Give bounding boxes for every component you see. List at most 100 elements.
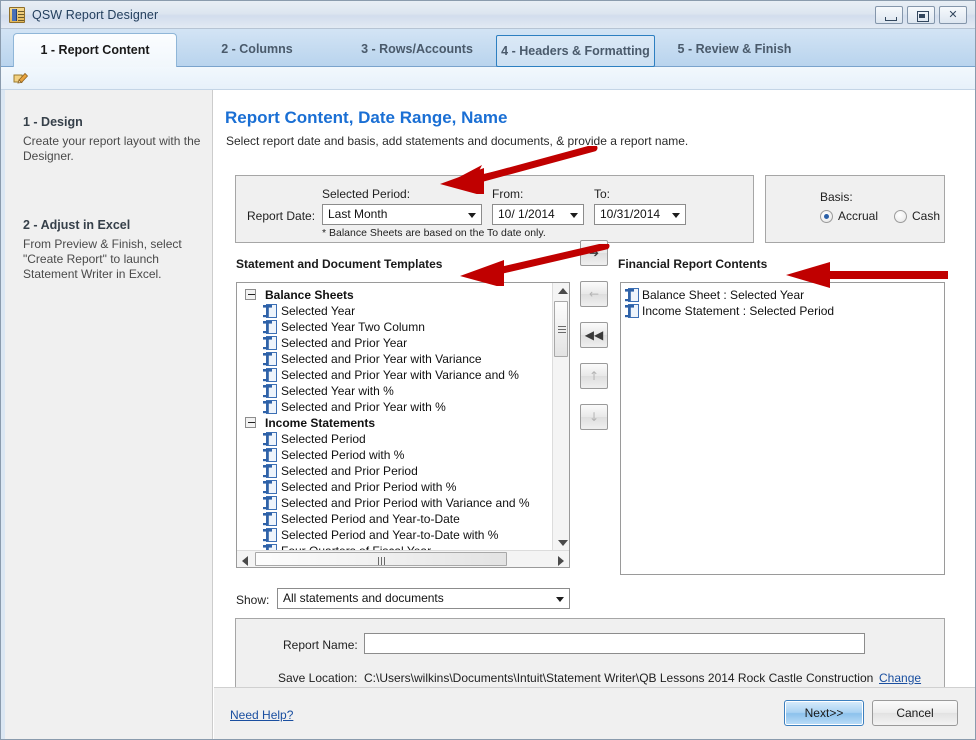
tree-item-row[interactable]: Selected and Prior Year with % bbox=[237, 399, 551, 415]
maximize-button[interactable] bbox=[907, 6, 935, 24]
tree-item-label: Selected and Prior Year with Variance an… bbox=[281, 368, 519, 382]
remove-all-button-glyph: ◀◀ bbox=[584, 328, 604, 342]
content-item-label: Balance Sheet : Selected Year bbox=[642, 288, 805, 302]
document-template-icon bbox=[625, 304, 639, 318]
tree-item-row[interactable]: Selected Period and Year-to-Date with % bbox=[237, 527, 551, 543]
cancel-button[interactable]: Cancel bbox=[872, 700, 958, 726]
tab-headers-formatting[interactable]: 4 - Headers & Formatting bbox=[496, 35, 655, 67]
templates-hscroll-thumb[interactable] bbox=[255, 552, 507, 566]
close-button[interactable] bbox=[939, 6, 967, 24]
tree-item-label: Selected Year with % bbox=[281, 384, 394, 398]
tree-group-row[interactable]: Income Statements bbox=[237, 415, 551, 431]
remove-button-glyph: ← bbox=[588, 287, 600, 301]
wizard-footer: Need Help? Next>> Cancel bbox=[214, 687, 975, 739]
from-date-picker[interactable]: 10/ 1/2014 bbox=[492, 204, 584, 225]
tree-item-row[interactable]: Selected and Prior Period bbox=[237, 463, 551, 479]
document-template-icon bbox=[263, 432, 277, 446]
next-button[interactable]: Next>> bbox=[784, 700, 864, 726]
contents-listbox[interactable]: Balance Sheet : Selected Year Income Stat… bbox=[620, 282, 945, 575]
to-date-value: 10/31/2014 bbox=[600, 207, 661, 221]
document-template-icon bbox=[625, 288, 639, 302]
minimize-button[interactable] bbox=[875, 6, 903, 24]
report-date-group: Report Date: Selected Period: Last Month… bbox=[235, 175, 754, 243]
title-bar: QSW Report Designer bbox=[1, 1, 975, 29]
basis-radio-accrual[interactable] bbox=[820, 210, 833, 223]
tab-columns[interactable]: 2 - Columns bbox=[187, 33, 327, 67]
scroll-down-icon[interactable] bbox=[558, 540, 568, 546]
basis-radio-cash[interactable] bbox=[894, 210, 907, 223]
selected-period-value: Last Month bbox=[328, 207, 388, 221]
need-help-link[interactable]: Need Help? bbox=[230, 708, 293, 722]
document-template-icon bbox=[263, 384, 277, 398]
tab-rows-accounts[interactable]: 3 - Rows/Accounts bbox=[337, 33, 497, 67]
tree-item-row[interactable]: Selected Period with % bbox=[237, 447, 551, 463]
tree-group-label: Balance Sheets bbox=[265, 288, 354, 302]
scroll-thumb-grip bbox=[558, 326, 566, 327]
wizard-tab-strip: 1 - Report Content 2 - Columns 3 - Rows/… bbox=[1, 29, 975, 67]
tab-review-finish[interactable]: 5 - Review & Finish bbox=[662, 33, 807, 67]
tree-item-label: Selected Period with % bbox=[281, 448, 405, 462]
collapse-icon[interactable] bbox=[245, 417, 256, 428]
add-button[interactable]: ➔ bbox=[580, 240, 608, 266]
change-save-location-link[interactable]: Change bbox=[879, 671, 921, 685]
tree-item-label: Selected and Prior Period with % bbox=[281, 480, 457, 494]
remove-button[interactable]: ← bbox=[580, 281, 608, 307]
content-item-label: Income Statement : Selected Period bbox=[642, 304, 835, 318]
collapse-icon[interactable] bbox=[245, 289, 256, 300]
selected-period-label: Selected Period: bbox=[322, 187, 411, 201]
tree-item-row[interactable]: Selected and Prior Year with Variance bbox=[237, 351, 551, 367]
tree-item-row[interactable]: Selected and Prior Year with Variance an… bbox=[237, 367, 551, 383]
move-down-button-glyph: ↓ bbox=[588, 410, 600, 424]
scroll-up-icon[interactable] bbox=[558, 288, 568, 294]
tree-item-label: Selected and Prior Period with Variance … bbox=[281, 496, 530, 510]
selected-period-select[interactable]: Last Month bbox=[322, 204, 482, 225]
tree-item-row[interactable]: Selected Period and Year-to-Date bbox=[237, 511, 551, 527]
contents-list: Balance Sheet : Selected Year Income Stat… bbox=[621, 287, 944, 319]
remove-all-button[interactable]: ◀◀ bbox=[580, 322, 608, 348]
contents-heading: Financial Report Contents bbox=[618, 257, 768, 271]
move-up-button[interactable]: ↑ bbox=[580, 363, 608, 389]
move-up-button-glyph: ↑ bbox=[588, 369, 600, 383]
tree-item-row[interactable]: Selected and Prior Period with % bbox=[237, 479, 551, 495]
show-filter-select[interactable]: All statements and documents bbox=[277, 588, 570, 609]
tree-item-row[interactable]: Selected Year with % bbox=[237, 383, 551, 399]
content-list-item[interactable]: Income Statement : Selected Period bbox=[621, 303, 944, 319]
scroll-left-icon[interactable] bbox=[242, 556, 248, 566]
tree-item-row[interactable]: Selected Year bbox=[237, 303, 551, 319]
tree-item-label: Selected and Prior Year with Variance bbox=[281, 352, 482, 366]
chevron-down-icon bbox=[468, 213, 476, 218]
tree-item-label: Selected Year Two Column bbox=[281, 320, 425, 334]
document-template-icon bbox=[263, 320, 277, 334]
basis-cash-label: Cash bbox=[912, 209, 941, 223]
content-list-item[interactable]: Balance Sheet : Selected Year bbox=[621, 287, 944, 303]
tree-item-label: Selected and Prior Year bbox=[281, 336, 408, 350]
templates-scroll-thumb[interactable] bbox=[554, 301, 568, 357]
chevron-down-icon bbox=[556, 597, 564, 602]
templates-horizontal-scrollbar[interactable] bbox=[237, 550, 569, 567]
document-template-icon bbox=[263, 480, 277, 494]
templates-vertical-scrollbar[interactable] bbox=[552, 283, 569, 551]
tree-item-row[interactable]: Selected and Prior Period with Variance … bbox=[237, 495, 551, 511]
tree-group-row[interactable]: Balance Sheets bbox=[237, 287, 551, 303]
tree-item-row[interactable]: Selected Period bbox=[237, 431, 551, 447]
tree-item-label: Selected Period bbox=[281, 432, 366, 446]
chevron-down-icon bbox=[672, 213, 680, 218]
document-template-icon bbox=[263, 368, 277, 382]
pencil-edit-icon[interactable] bbox=[13, 71, 29, 85]
basis-accrual-label: Accrual bbox=[838, 209, 879, 223]
to-date-picker[interactable]: 10/31/2014 bbox=[594, 204, 686, 225]
document-template-icon bbox=[263, 528, 277, 542]
templates-tree: Balance Sheets Selected Year Selected Year… bbox=[237, 287, 551, 559]
tree-item-label: Selected Period and Year-to-Date with % bbox=[281, 528, 499, 542]
templates-listbox[interactable]: Balance Sheets Selected Year Selected Year… bbox=[236, 282, 570, 568]
window-controls bbox=[871, 6, 967, 24]
sidebar-accent-bar bbox=[1, 90, 5, 739]
tab-report-content[interactable]: 1 - Report Content bbox=[13, 33, 177, 67]
from-label: From: bbox=[492, 187, 524, 201]
tree-item-row[interactable]: Selected and Prior Year bbox=[237, 335, 551, 351]
report-name-input[interactable] bbox=[364, 633, 865, 654]
move-down-button[interactable]: ↓ bbox=[580, 404, 608, 430]
tree-item-row[interactable]: Selected Year Two Column bbox=[237, 319, 551, 335]
scroll-right-icon[interactable] bbox=[558, 556, 564, 566]
balance-sheet-footnote: * Balance Sheets are based on the To dat… bbox=[322, 227, 546, 239]
